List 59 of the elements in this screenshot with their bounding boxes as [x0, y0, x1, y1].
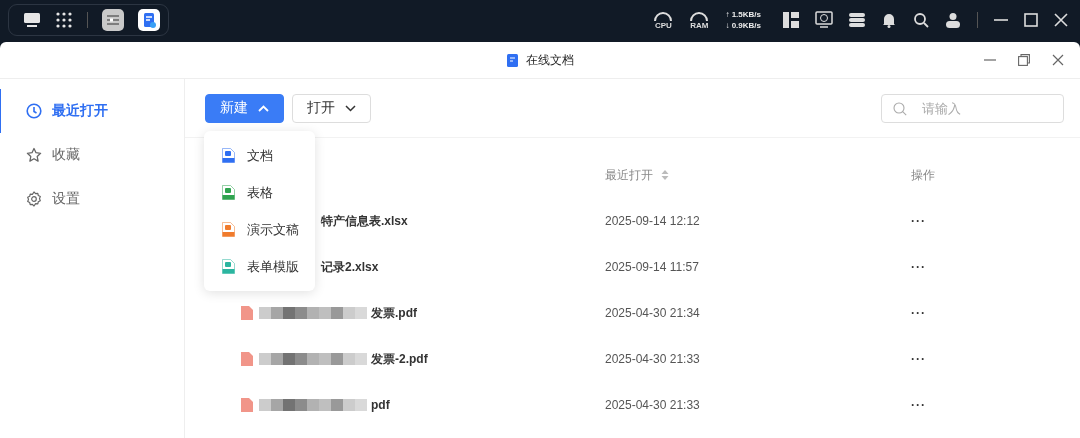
- sidebar-item[interactable]: 最近打开: [0, 89, 184, 133]
- server-icon[interactable]: [849, 12, 865, 28]
- file-type-icon: [222, 222, 235, 237]
- cpu-gauge[interactable]: CPU: [653, 10, 674, 30]
- clock-icon: [26, 103, 42, 119]
- caret-icon: [345, 104, 356, 112]
- menu-item[interactable]: 演示文稿: [204, 211, 315, 248]
- upload-speed: ↑ 1.5KB/s: [725, 9, 761, 20]
- file-type-icon: [222, 185, 235, 200]
- more-actions-button[interactable]: ···: [911, 306, 926, 320]
- file-icon: [241, 306, 253, 320]
- document-icon: [506, 53, 518, 67]
- file-type-icon: [222, 148, 235, 163]
- monitor-globe-icon[interactable]: [815, 11, 833, 29]
- new-button[interactable]: 新建: [205, 93, 284, 123]
- ram-gauge[interactable]: RAM: [689, 10, 710, 30]
- more-actions-button[interactable]: ···: [911, 352, 926, 366]
- open-button[interactable]: 打开: [292, 93, 371, 123]
- search-icon: [893, 101, 907, 116]
- apps-grid-icon[interactable]: [55, 11, 73, 29]
- file-name[interactable]: 发票.pdf: [371, 304, 417, 322]
- opened-time: 2025-09-14 12:12: [605, 214, 700, 228]
- more-actions-button[interactable]: ···: [911, 214, 926, 228]
- sidebar-item[interactable]: 收藏: [0, 133, 184, 177]
- window-title: 在线文档: [525, 51, 574, 69]
- opened-time: 2025-09-14 11:57: [605, 260, 699, 274]
- maximize-icon[interactable]: [1024, 13, 1038, 27]
- menu-item[interactable]: 表单模版: [204, 248, 315, 285]
- file-name[interactable]: pdf: [371, 398, 390, 412]
- opened-time: 2025-04-30 21:33: [605, 398, 700, 412]
- column-header[interactable]: 最近打开: [605, 166, 653, 184]
- file-name[interactable]: 发票-2.pdf: [371, 350, 428, 368]
- more-actions-button[interactable]: ···: [911, 260, 926, 274]
- file-icon: [241, 398, 253, 412]
- file-icon: [241, 352, 253, 366]
- sidebar-item[interactable]: 设置: [0, 177, 184, 221]
- more-actions-button[interactable]: ···: [911, 398, 926, 412]
- close-icon[interactable]: [1052, 54, 1064, 66]
- menu-item[interactable]: 表格: [204, 174, 315, 211]
- star-icon: [26, 147, 42, 163]
- download-speed: ↓ 0.9KB/s: [725, 20, 761, 31]
- opened-time: 2025-04-30 21:33: [605, 352, 700, 366]
- opened-time: 2025-04-30 21:34: [605, 306, 700, 320]
- widgets-icon[interactable]: [783, 12, 799, 28]
- user-icon[interactable]: [945, 12, 961, 28]
- menu-item[interactable]: 文档: [204, 137, 315, 174]
- search-icon[interactable]: [913, 12, 929, 28]
- file-name[interactable]: 记录2.xlsx: [321, 258, 379, 276]
- restore-icon[interactable]: [1018, 54, 1030, 66]
- desktop-icon[interactable]: [23, 12, 41, 28]
- caret-icon: [258, 104, 269, 112]
- control-panel-icon[interactable]: [102, 9, 124, 31]
- file-type-icon: [222, 259, 235, 274]
- bell-icon[interactable]: [881, 12, 897, 28]
- search-field[interactable]: 请输入: [881, 93, 1064, 123]
- column-header[interactable]: 操作: [911, 166, 935, 184]
- docs-app-icon[interactable]: [138, 9, 160, 31]
- gear-icon: [26, 191, 42, 207]
- file-name[interactable]: 特产信息表.xlsx: [321, 212, 408, 230]
